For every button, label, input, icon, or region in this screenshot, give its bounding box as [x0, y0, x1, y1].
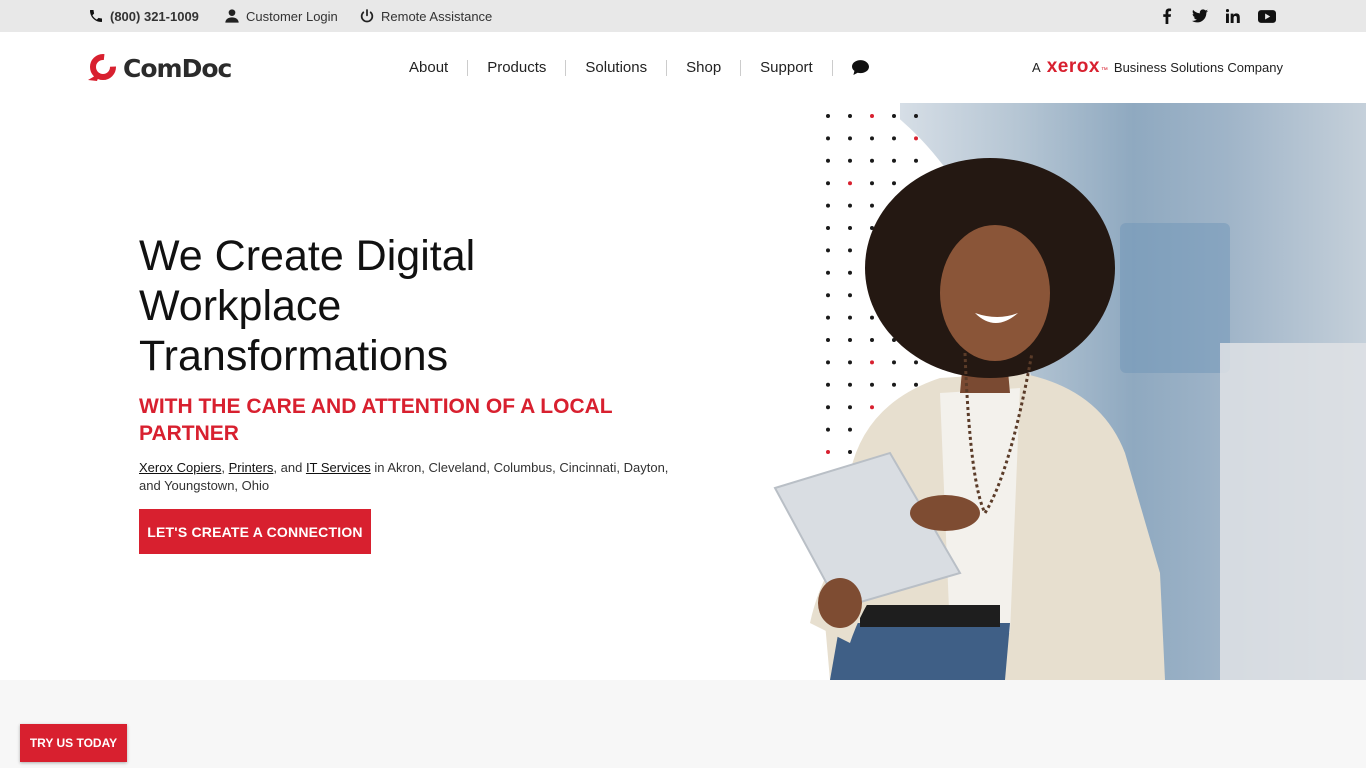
hero-body-text: , and — [273, 460, 306, 475]
printers-link[interactable]: Printers — [229, 460, 274, 475]
power-icon — [360, 9, 374, 23]
main-header: ComDoc About Products Solutions Shop Sup… — [0, 32, 1366, 103]
hero-body-text: , — [221, 460, 229, 475]
decorative-dot — [826, 114, 830, 118]
decorative-dot — [848, 114, 852, 118]
phone-link[interactable]: (800) 321-1009 — [88, 0, 199, 32]
decorative-dot — [914, 136, 918, 141]
facebook-link[interactable] — [1156, 0, 1178, 32]
phone-number: (800) 321-1009 — [110, 8, 199, 24]
xerox-tagline[interactable]: A xerox ™ Business Solutions Company — [1032, 56, 1283, 78]
comdoc-logo-mark-icon — [88, 54, 116, 81]
twitter-link[interactable] — [1189, 0, 1211, 32]
decorative-dot — [892, 114, 896, 118]
hero-title: We Create Digital Workplace Transformati… — [139, 232, 476, 380]
xerox-brand: xerox — [1046, 56, 1100, 77]
tagline-prefix: A — [1032, 60, 1041, 75]
create-connection-button[interactable]: LET'S CREATE A CONNECTION — [139, 509, 371, 554]
nav-divider — [831, 59, 833, 76]
tagline-suffix: Business Solutions Company — [1113, 60, 1283, 75]
linkedin-link[interactable] — [1222, 0, 1244, 32]
main-nav: About Products Solutions Shop Support — [390, 32, 869, 103]
try-us-today-button[interactable]: TRY US TODAY — [20, 724, 127, 762]
decorative-dot — [870, 114, 874, 118]
chat-button[interactable] — [851, 60, 869, 75]
decorative-dot — [870, 136, 874, 141]
nav-support[interactable]: Support — [741, 59, 832, 76]
next-section-band — [0, 680, 1366, 768]
xerox-copiers-link[interactable]: Xerox Copiers — [139, 460, 221, 475]
remote-assistance-link[interactable]: Remote Assistance — [359, 0, 492, 32]
woman-with-tablet-image — [773, 158, 1165, 680]
chat-bubble-icon — [851, 60, 869, 75]
comdoc-logo[interactable]: ComDoc — [88, 52, 232, 84]
nav-about[interactable]: About — [390, 59, 467, 76]
trademark-mark: ™ — [1100, 67, 1108, 74]
facebook-icon — [1163, 8, 1172, 24]
user-icon — [225, 9, 239, 23]
decorative-dot — [826, 136, 830, 141]
youtube-link[interactable] — [1256, 0, 1278, 32]
it-services-link[interactable]: IT Services — [306, 460, 371, 475]
linkedin-icon — [1226, 9, 1240, 23]
nav-products[interactable]: Products — [468, 59, 565, 76]
customer-login-label: Customer Login — [246, 8, 338, 24]
decorative-dot — [914, 114, 918, 118]
hero-section: We Create Digital Workplace Transformati… — [0, 103, 1366, 680]
customer-login-link[interactable]: Customer Login — [224, 0, 338, 32]
nav-shop[interactable]: Shop — [667, 59, 740, 76]
hero-description: Xerox Copiers, Printers, and IT Services… — [139, 459, 679, 495]
nav-solutions[interactable]: Solutions — [566, 59, 666, 76]
decorative-dot — [892, 136, 896, 141]
twitter-icon — [1192, 9, 1208, 23]
top-bar: (800) 321-1009 Customer Login Remote Ass… — [0, 0, 1366, 32]
remote-assistance-label: Remote Assistance — [381, 8, 493, 24]
phone-icon — [90, 10, 102, 22]
logo-text: ComDoc — [123, 53, 232, 83]
hero-subtitle: WITH THE CARE AND ATTENTION OF A LOCAL P… — [139, 395, 613, 445]
decorative-dot — [848, 136, 852, 141]
youtube-icon — [1258, 9, 1276, 23]
